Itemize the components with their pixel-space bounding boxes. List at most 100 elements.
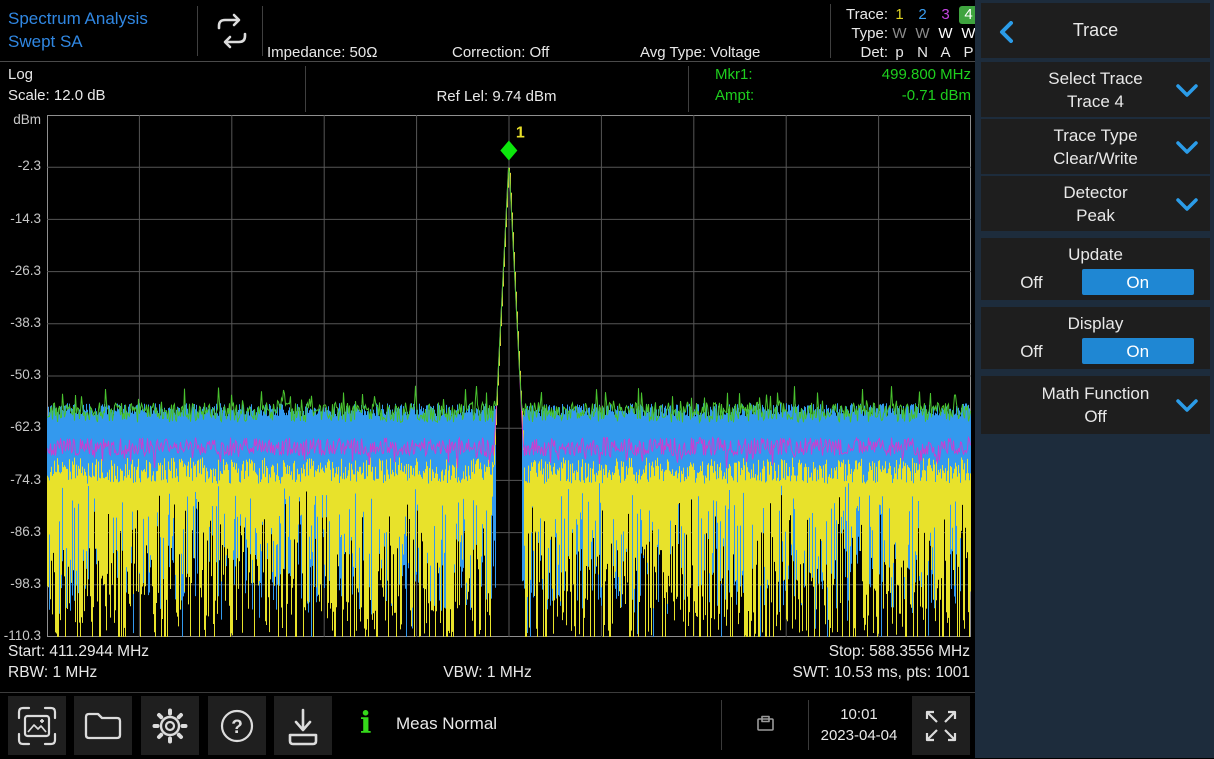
fullscreen-button[interactable] bbox=[912, 696, 970, 755]
scale-mode: Log bbox=[8, 64, 106, 85]
y-axis-tick: -98.3 bbox=[10, 576, 41, 591]
math-function-label: Math Function bbox=[1042, 382, 1150, 405]
trace-attr: W bbox=[888, 24, 911, 43]
panel-header-trace[interactable]: Trace bbox=[981, 3, 1210, 58]
y-axis-tick: -50.3 bbox=[10, 367, 41, 382]
display-on-button[interactable]: On bbox=[1082, 338, 1194, 364]
gear-icon bbox=[148, 704, 192, 748]
trace-attr: W bbox=[934, 24, 957, 43]
trace-type-button[interactable]: Trace Type Clear/Write bbox=[981, 119, 1210, 174]
y-axis-tick: -62.3 bbox=[10, 419, 41, 434]
info-icon: i bbox=[360, 702, 371, 746]
chevron-down-icon bbox=[1176, 399, 1198, 412]
marker-label: Mkr1: bbox=[715, 64, 753, 85]
sweep-time-readout[interactable]: SWT: 10.53 ms, pts: 1001 bbox=[0, 664, 970, 682]
save-export-button[interactable] bbox=[274, 696, 332, 755]
trace-attr: N bbox=[911, 43, 934, 62]
marker-amplitude: -0.71 dBm bbox=[754, 85, 971, 106]
y-axis-tick: -14.3 bbox=[10, 211, 41, 226]
trace-row-label: Type: bbox=[836, 24, 888, 43]
trace-status-block: Trace:1234Type:WWWWDet:pNAP bbox=[836, 5, 980, 62]
select-trace-label: Select Trace bbox=[1048, 67, 1143, 90]
header-divider bbox=[830, 4, 831, 58]
meas-status: Meas Normal bbox=[396, 714, 497, 734]
side-menu-panel: Trace Select Trace Trace 4 Trace Type Cl… bbox=[975, 0, 1214, 758]
clock: 10:01 2023-04-04 bbox=[812, 704, 906, 746]
select-trace-button[interactable]: Select Trace Trace 4 bbox=[981, 62, 1210, 117]
save-icon bbox=[281, 704, 325, 748]
settings-button[interactable] bbox=[141, 696, 199, 755]
trace-attr: W bbox=[911, 24, 934, 43]
marker-1-label: 1 bbox=[516, 125, 525, 142]
file-manager-button[interactable] bbox=[74, 696, 132, 755]
y-axis-tick: -26.3 bbox=[10, 263, 41, 278]
trace-type-label: Trace Type bbox=[1053, 124, 1137, 147]
math-function-button[interactable]: Math Function Off bbox=[981, 376, 1210, 434]
continuous-sweep-icon[interactable] bbox=[208, 11, 256, 56]
app-title-line1: Spectrum Analysis bbox=[8, 7, 148, 30]
save-status-icon bbox=[755, 712, 777, 739]
back-chevron-icon[interactable] bbox=[999, 21, 1013, 43]
trace-number[interactable]: 1 bbox=[888, 5, 911, 24]
screenshot-button[interactable] bbox=[8, 696, 66, 755]
toolbar-divider bbox=[808, 700, 809, 750]
display-toggle-group: Display Off On bbox=[981, 307, 1210, 369]
trace-row-label: Det: bbox=[836, 43, 888, 62]
marker-ampt-label: Ampt: bbox=[715, 85, 754, 106]
scale-value: Scale: 12.0 dB bbox=[8, 85, 106, 106]
ref-level-readout[interactable]: Ref Lel: 9.74 dBm bbox=[305, 86, 688, 107]
spectrum-plot[interactable]: 1 bbox=[47, 115, 971, 637]
y-axis-unit: dBm bbox=[13, 112, 41, 127]
display-label: Display bbox=[1068, 312, 1124, 335]
y-axis-tick: -2.3 bbox=[18, 158, 41, 173]
folder-icon bbox=[81, 704, 125, 748]
y-axis-tick: -110.3 bbox=[4, 628, 41, 643]
select-trace-value: Trace 4 bbox=[1067, 90, 1124, 113]
sub-header: Log Scale: 12.0 dB Ref Lel: 9.74 dBm Mkr… bbox=[0, 62, 975, 115]
correction-readout: Correction: Off bbox=[452, 43, 549, 62]
avg-type-readout: Avg Type: Voltage bbox=[640, 43, 760, 62]
update-off-button[interactable]: Off bbox=[981, 271, 1082, 294]
update-label: Update bbox=[1068, 243, 1123, 266]
scale-readout[interactable]: Log Scale: 12.0 dB bbox=[8, 64, 106, 106]
app-title-line2: Swept SA bbox=[8, 30, 148, 53]
stop-freq-readout[interactable]: Stop: 588.3556 MHz bbox=[0, 643, 970, 661]
help-icon: ? bbox=[215, 704, 259, 748]
chevron-down-icon bbox=[1176, 84, 1198, 97]
header-divider bbox=[197, 6, 198, 56]
detector-value: Peak bbox=[1076, 204, 1115, 227]
trace-type-value: Clear/Write bbox=[1053, 147, 1138, 170]
trace-number[interactable]: 3 bbox=[934, 5, 957, 24]
toolbar-divider bbox=[721, 700, 722, 750]
marker-readout: Mkr1: 499.800 MHz Ampt: -0.71 dBm bbox=[688, 64, 971, 106]
chevron-down-icon bbox=[1176, 141, 1198, 154]
bottom-toolbar: ? i Meas Normal 10:01 2023-04-04 bbox=[0, 692, 975, 759]
y-axis-tick: -38.3 bbox=[10, 315, 41, 330]
trace-attr: p bbox=[888, 43, 911, 62]
detector-label: Detector bbox=[1063, 181, 1127, 204]
update-toggle-group: Update Off On bbox=[981, 238, 1210, 300]
svg-text:?: ? bbox=[231, 717, 243, 738]
trace-number[interactable]: 2 bbox=[911, 5, 934, 24]
impedance-readout: Impedance: 50Ω bbox=[267, 43, 377, 62]
y-axis: dBm -2.3 -14.3 -26.3 -38.3 -50.3 -62.3 -74.3 -86… bbox=[0, 115, 44, 639]
time-readout: 10:01 bbox=[812, 704, 906, 725]
app-title: Spectrum Analysis Swept SA bbox=[8, 7, 148, 53]
screenshot-icon bbox=[15, 704, 59, 748]
y-axis-tick: -86.3 bbox=[10, 524, 41, 539]
chevron-down-icon bbox=[1176, 198, 1198, 211]
top-header: Spectrum Analysis Swept SA Impedance: 50… bbox=[0, 0, 975, 62]
panel-title: Trace bbox=[1073, 19, 1118, 42]
date-readout: 2023-04-04 bbox=[812, 725, 906, 746]
marker-frequency: 499.800 MHz bbox=[753, 64, 972, 85]
trace-row-label: Trace: bbox=[836, 5, 888, 24]
update-on-button[interactable]: On bbox=[1082, 269, 1194, 295]
header-divider bbox=[262, 6, 263, 56]
help-button[interactable]: ? bbox=[208, 696, 266, 755]
y-axis-tick: -74.3 bbox=[10, 472, 41, 487]
expand-arrows-icon bbox=[919, 704, 963, 748]
math-function-value: Off bbox=[1084, 405, 1106, 428]
trace-attr: A bbox=[934, 43, 957, 62]
detector-button[interactable]: Detector Peak bbox=[981, 176, 1210, 231]
display-off-button[interactable]: Off bbox=[981, 340, 1082, 363]
